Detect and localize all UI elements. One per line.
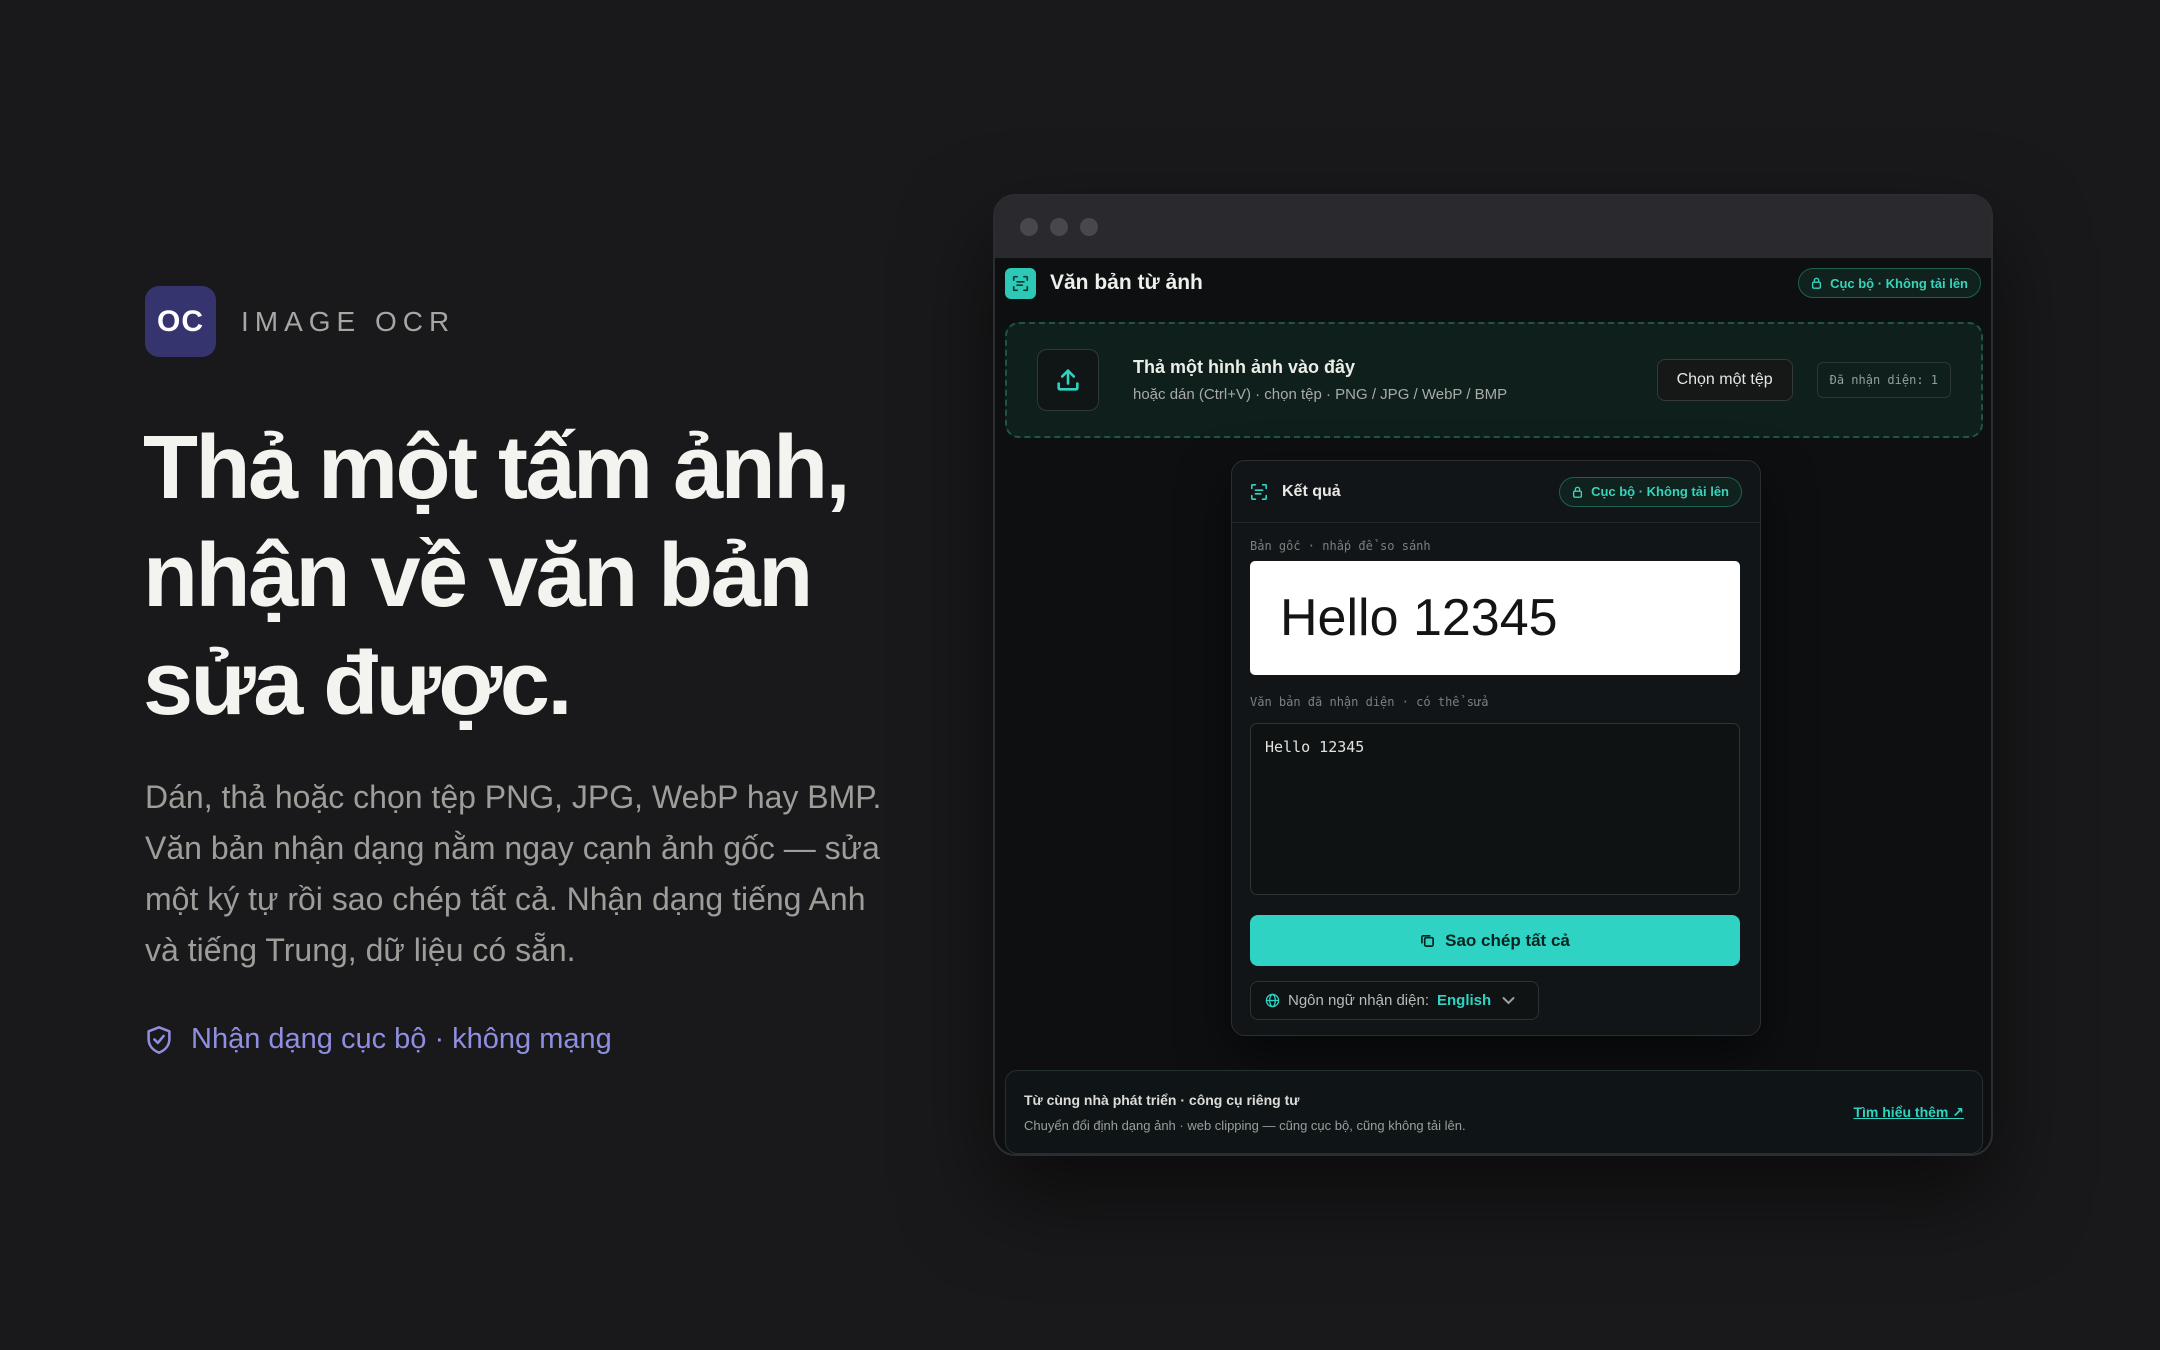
brand: OC IMAGE OCR — [145, 286, 455, 357]
privacy-badge-label: Cục bộ · Không tải lên — [1830, 275, 1968, 291]
trust-note: Nhận dạng cục bộ · không mạng — [145, 1023, 612, 1056]
promo-footer: Từ cùng nhà phát triển · công cụ riêng t… — [1005, 1070, 1983, 1154]
recognized-text-field[interactable]: Hello 12345 — [1250, 723, 1740, 895]
promo-subtitle: Chuyển đổi định dạng ảnh · web clipping … — [1024, 1117, 1466, 1133]
shield-check-icon — [147, 1025, 171, 1054]
learn-more-link[interactable]: Tìm hiểu thêm ↗ — [1853, 1104, 1964, 1121]
window-close-button[interactable] — [1020, 218, 1038, 236]
language-value: English — [1436, 992, 1492, 1009]
language-select[interactable]: Ngôn ngữ nhận diện: English — [1250, 981, 1540, 1020]
upload-icon — [1037, 349, 1099, 411]
lock-icon — [1573, 486, 1583, 498]
app-title: Văn bản từ ảnh — [1050, 271, 1203, 294]
window-titlebar — [995, 196, 1991, 258]
scan-text-icon — [1250, 483, 1268, 500]
promo-title: Từ cùng nhà phát triển · công cụ riêng t… — [1024, 1091, 1300, 1108]
result-card: Kết quả Cục bộ · Không tải lên Bản gốc ·… — [1231, 460, 1761, 1036]
image-dropzone[interactable]: Thả một hình ảnh vào đây hoặc dán (Ctrl+… — [1005, 322, 1983, 438]
privacy-badge: Cục bộ · Không tải lên — [1798, 268, 1981, 298]
app-header: Văn bản từ ảnh Cục bộ · Không tải lên — [995, 258, 1991, 308]
trust-text: Nhận dạng cục bộ · không mạng — [191, 1023, 612, 1055]
result-title: Kết quả — [1282, 482, 1341, 500]
copy-all-button[interactable]: Sao chép tất cả — [1250, 915, 1740, 966]
hero-headline: Thả một tấm ảnh, nhận về văn bản sửa đượ… — [143, 418, 851, 734]
original-image-label: Bản gốc · nhấp để so sánh — [1250, 539, 1431, 553]
language-label: Ngôn ngữ nhận diện: — [1288, 992, 1429, 1009]
brand-badge: OC — [145, 286, 216, 357]
result-header: Kết quả Cục bộ · Không tải lên — [1232, 461, 1760, 523]
dropzone-title: Thả một hình ảnh vào đây — [1133, 357, 1356, 377]
window-minimize-button[interactable] — [1050, 218, 1068, 236]
globe-icon — [1265, 993, 1280, 1008]
scan-text-icon — [1005, 267, 1036, 299]
dropzone-subtitle: hoặc dán (Ctrl+V) · chọn tệp · PNG / JPG… — [1133, 386, 1508, 403]
copy-all-label: Sao chép tất cả — [1445, 930, 1570, 950]
app-window: Văn bản từ ảnh Cục bộ · Không tải lên Th… — [993, 194, 1993, 1156]
original-image-preview[interactable]: Hello 12345 — [1250, 561, 1740, 675]
copy-icon — [1421, 934, 1435, 947]
lock-icon — [1812, 277, 1822, 289]
hero-lead: Dán, thả hoặc chọn tệp PNG, JPG, WebP ha… — [145, 779, 882, 968]
recognized-count-badge: Đã nhận diện: 1 — [1816, 362, 1951, 398]
result-privacy-label: Cục bộ · Không tải lên — [1591, 484, 1729, 499]
chevron-down-icon — [1502, 997, 1515, 1005]
recognized-text-label: Văn bản đã nhận diện · có thể sửa — [1250, 695, 1489, 709]
window-zoom-button[interactable] — [1080, 218, 1098, 236]
result-privacy-badge: Cục bộ · Không tải lên — [1559, 476, 1742, 507]
brand-name: IMAGE OCR — [241, 305, 456, 337]
choose-file-button[interactable]: Chọn một tệp — [1656, 359, 1793, 401]
